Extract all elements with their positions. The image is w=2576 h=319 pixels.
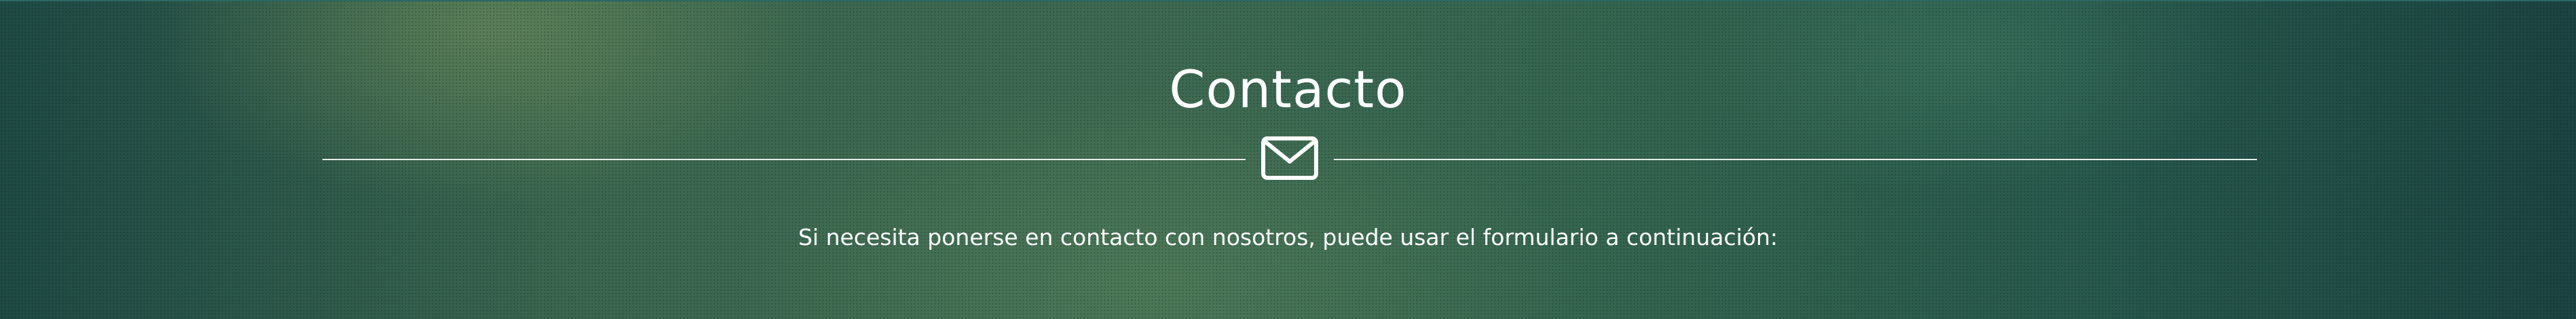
divider-line-right: [1334, 159, 2257, 160]
divider-line-left: [322, 159, 1246, 160]
section-title: Contacto: [1169, 59, 1407, 119]
contact-section: Contacto Si necesita ponerse en contacto…: [0, 0, 2576, 319]
envelope-icon: [1261, 136, 1318, 180]
contact-intro-text: Si necesita ponerse en contacto con noso…: [798, 224, 1778, 250]
